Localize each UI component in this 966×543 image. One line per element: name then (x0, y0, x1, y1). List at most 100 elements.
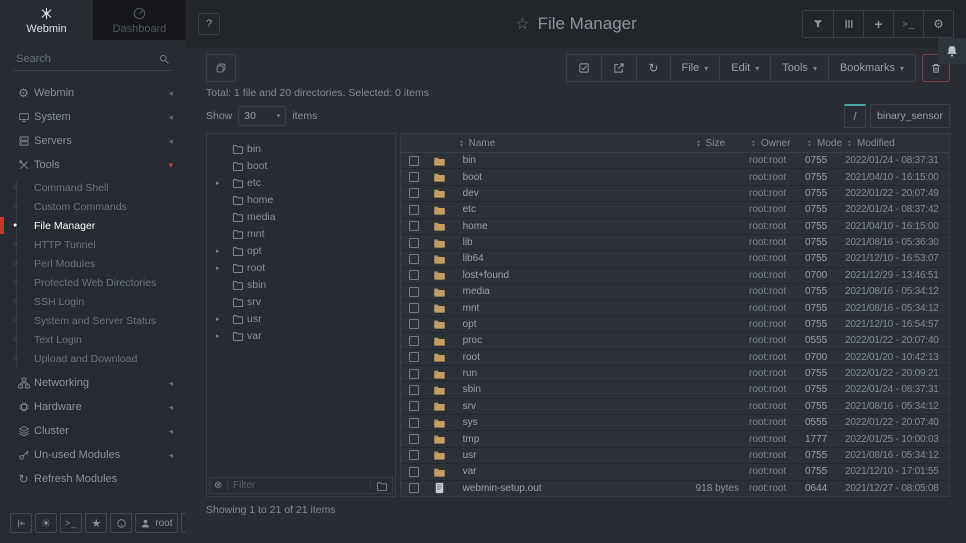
sidebar-subitem-protected-web-directories[interactable]: ○Protected Web Directories (0, 273, 186, 292)
sidebar-subitem-file-manager[interactable]: ●File Manager (0, 216, 186, 235)
table-row-proc[interactable]: procroot:root05552022/01/22 - 20:07:40 (401, 333, 949, 349)
clear-filter-icon[interactable]: ⊗ (214, 480, 222, 491)
tree-item-home[interactable]: home (207, 191, 395, 208)
table-row-run[interactable]: runroot:root07552022/01/22 - 20:09:21 (401, 366, 949, 382)
columns-button[interactable] (833, 11, 863, 37)
table-row-dev[interactable]: devroot:root07552022/01/22 - 20:07:49 (401, 186, 949, 202)
theme-button[interactable]: ☀ (35, 513, 57, 533)
row-checkbox[interactable] (409, 270, 419, 280)
row-checkbox[interactable] (409, 156, 419, 166)
expand-arrow-icon[interactable]: ▸ (216, 247, 228, 255)
file-name-cell[interactable]: media (457, 286, 649, 297)
table-row-var[interactable]: varroot:root07552021/12/10 - 17:01:55 (401, 464, 949, 480)
row-checkbox[interactable] (409, 303, 419, 313)
column-header-size[interactable]: Size (649, 138, 749, 149)
sidebar-item-tools[interactable]: Tools▾ (0, 153, 186, 177)
sidebar-item-servers[interactable]: Servers◂ (0, 129, 186, 153)
column-header-mode[interactable]: Mode (805, 138, 845, 149)
sidebar-subitem-custom-commands[interactable]: ○Custom Commands (0, 197, 186, 216)
table-row-root[interactable]: rootroot:root07002022/01/20 - 10:42:13 (401, 350, 949, 366)
file-name-cell[interactable]: lib (457, 237, 649, 248)
column-header-modified[interactable]: Modified (845, 138, 949, 149)
file-name-cell[interactable]: bin (457, 155, 649, 166)
table-row-usr[interactable]: usrroot:root07552021/08/16 - 05:34:12 (401, 448, 949, 464)
table-row-lost+found[interactable]: lost+foundroot:root07002021/12/29 - 13:4… (401, 268, 949, 284)
tree-item-sbin[interactable]: sbin (207, 276, 395, 293)
sidebar-subitem-system-and-server-status[interactable]: ○System and Server Status (0, 311, 186, 330)
table-row-lib[interactable]: libroot:root07552021/08/16 - 05:36:30 (401, 235, 949, 251)
tab-dashboard[interactable]: Dashboard (93, 0, 186, 40)
table-row-bin[interactable]: binroot:root07552022/01/24 - 08:37:31 (401, 153, 949, 169)
row-checkbox[interactable] (409, 418, 419, 428)
root-path-button[interactable]: / (844, 104, 866, 128)
tree-item-root[interactable]: ▸root (207, 259, 395, 276)
shell-button[interactable]: >_ (60, 513, 82, 533)
tree-item-media[interactable]: media (207, 208, 395, 225)
favorites-button[interactable]: ★ (85, 513, 107, 533)
file-name-cell[interactable]: webmin-setup.out (457, 483, 649, 494)
row-checkbox[interactable] (409, 319, 419, 329)
row-checkbox[interactable] (409, 205, 419, 215)
file-name-cell[interactable]: mnt (457, 303, 649, 314)
dropdown-tools[interactable]: Tools▾ (770, 55, 828, 81)
file-name-cell[interactable]: tmp (457, 434, 649, 445)
table-row-media[interactable]: mediaroot:root07552021/08/16 - 05:34:12 (401, 284, 949, 300)
row-checkbox[interactable] (409, 221, 419, 231)
tab-webmin[interactable]: Webmin (0, 0, 93, 40)
tree-item-etc[interactable]: ▸etc (207, 174, 395, 191)
search-input[interactable] (16, 53, 158, 65)
row-checkbox[interactable] (409, 172, 419, 182)
table-row-lib64[interactable]: lib64root:root07552021/12/10 - 16:53:07 (401, 251, 949, 267)
refresh-button[interactable]: ↻ (636, 55, 669, 81)
sidebar-subitem-http-tunnel[interactable]: ○HTTP Tunnel (0, 235, 186, 254)
file-name-cell[interactable]: var (457, 466, 649, 477)
column-header-owner[interactable]: Owner (749, 138, 805, 149)
tree-item-boot[interactable]: boot (207, 157, 395, 174)
collapse-sidebar-button[interactable] (10, 513, 32, 533)
sidebar-subitem-command-shell[interactable]: ○Command Shell (0, 178, 186, 197)
row-checkbox[interactable] (409, 238, 419, 248)
tree-filter-input[interactable] (233, 480, 365, 491)
user-button[interactable]: root (135, 513, 177, 533)
path-input[interactable] (870, 104, 950, 128)
file-name-cell[interactable]: boot (457, 172, 649, 183)
table-row-etc[interactable]: etcroot:root07552022/01/24 - 08:37:42 (401, 202, 949, 218)
page-size-select[interactable]: 30 ▾ (238, 106, 286, 126)
settings-button[interactable]: ⚙ (923, 11, 953, 37)
shell-button[interactable]: >_ (893, 11, 923, 37)
tree-item-bin[interactable]: bin (207, 140, 395, 157)
sidebar-item-system[interactable]: System◂ (0, 105, 186, 129)
expand-arrow-icon[interactable]: ▸ (216, 264, 228, 272)
sidebar-item-networking[interactable]: Networking◂ (0, 371, 186, 395)
table-row-mnt[interactable]: mntroot:root07552021/08/16 - 05:34:12 (401, 300, 949, 316)
dropdown-file[interactable]: File▾ (670, 55, 720, 81)
table-row-sbin[interactable]: sbinroot:root07552022/01/24 - 08:37:31 (401, 382, 949, 398)
file-name-cell[interactable]: lib64 (457, 253, 649, 264)
select-all-button[interactable] (567, 55, 601, 81)
tree-item-usr[interactable]: ▸usr (207, 310, 395, 327)
table-row-boot[interactable]: bootroot:root07552021/04/10 - 16:15:00 (401, 169, 949, 185)
sidebar-subitem-text-login[interactable]: ○Text Login (0, 330, 186, 349)
tree-item-opt[interactable]: ▸opt (207, 242, 395, 259)
row-checkbox[interactable] (409, 385, 419, 395)
row-checkbox[interactable] (409, 450, 419, 460)
file-name-cell[interactable]: home (457, 221, 649, 232)
file-name-cell[interactable]: root (457, 352, 649, 363)
help-button[interactable]: ? (198, 13, 220, 35)
row-checkbox[interactable] (409, 467, 419, 477)
file-name-cell[interactable]: usr (457, 450, 649, 461)
dropdown-edit[interactable]: Edit▾ (719, 55, 770, 81)
sidebar-item-refresh-modules[interactable]: ↻Refresh Modules (0, 467, 186, 491)
expand-arrow-icon[interactable]: ▸ (216, 179, 228, 187)
create-button[interactable]: + (863, 11, 893, 37)
expand-arrow-icon[interactable]: ▸ (216, 332, 228, 340)
sidebar-item-un-used-modules[interactable]: Un-used Modules◂ (0, 443, 186, 467)
row-checkbox[interactable] (409, 483, 419, 493)
sidebar-item-cluster[interactable]: Cluster◂ (0, 419, 186, 443)
row-checkbox[interactable] (409, 352, 419, 362)
paste-buffer-button[interactable] (206, 54, 236, 82)
table-row-home[interactable]: homeroot:root07552021/04/10 - 16:15:00 (401, 219, 949, 235)
notifications-button[interactable] (938, 38, 966, 64)
file-name-cell[interactable]: lost+found (457, 270, 649, 281)
row-checkbox[interactable] (409, 401, 419, 411)
